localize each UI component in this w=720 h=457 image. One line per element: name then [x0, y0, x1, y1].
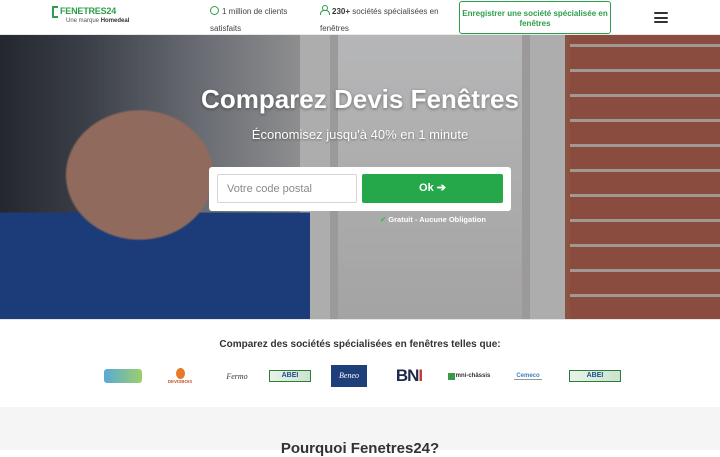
site-header: FENETRES24 Une marque Homedeal 1 million…	[0, 0, 720, 35]
person-icon	[320, 5, 330, 15]
drop-icon	[175, 368, 185, 379]
brand-logo-cemeco: Cemeco	[514, 372, 542, 380]
brand-logo-devisbois: DEVISBOIS	[166, 364, 194, 388]
register-company-button[interactable]: Enregistrer une société spécialisée en f…	[459, 1, 611, 34]
postal-code-input[interactable]	[217, 174, 357, 203]
free-note: ✔ Gratuit - Aucune Obligation	[380, 215, 486, 224]
brand-logo-beneo: Beneo	[330, 364, 368, 388]
compare-title: Comparez des sociétés spécialisées en fe…	[219, 339, 501, 350]
section-divider	[0, 319, 720, 320]
brand-logos: DEVISBOIS Fermo ABEI Beneo BNI mni-châss…	[0, 362, 720, 392]
logo-tagline: Une marque Homedeal	[66, 18, 130, 24]
window-logo-icon	[52, 6, 58, 18]
why-title: Pourquoi Fenetres24?	[280, 440, 440, 457]
brand-logo-bni: BNI	[395, 366, 423, 385]
brand-logo-mni-chassis: mni-châssis	[446, 364, 492, 388]
smile-icon	[210, 6, 219, 15]
quote-form: Ok ➔	[209, 167, 511, 211]
stat-companies: 230+ sociétés spécialisées en fenêtres	[320, 5, 439, 33]
brand-logo-1	[103, 364, 143, 388]
brand-logo-abei-2: ABEI	[569, 364, 621, 388]
check-icon: ✔	[380, 215, 387, 224]
brand-logo-abei: ABEI	[269, 364, 311, 388]
ok-submit-button[interactable]: Ok ➔	[362, 174, 503, 203]
hero-title: Comparez Devis Fenêtres	[201, 84, 519, 114]
stat-clients: 1 million de clients satisfaits	[210, 6, 288, 33]
logo-name: FENETRES24	[60, 6, 117, 16]
hamburger-menu-icon[interactable]	[654, 12, 668, 23]
hero-subtitle: Économisez jusqu'à 40% en 1 minute	[251, 127, 469, 142]
brand-logo-fermo: Fermo	[226, 371, 248, 381]
